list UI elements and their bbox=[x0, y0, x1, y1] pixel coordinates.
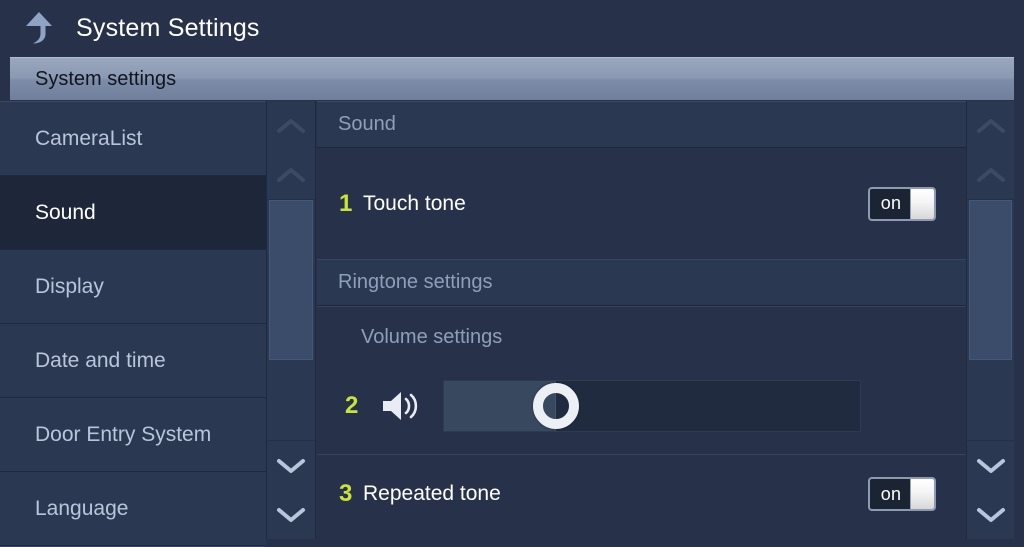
toggle-state-label: on bbox=[880, 483, 902, 504]
sidebar-item-display[interactable]: Display bbox=[0, 250, 266, 325]
settings-sidebar: CameraList Sound Display Date and time D… bbox=[0, 101, 266, 547]
scrollbar-thumb[interactable] bbox=[969, 200, 1012, 360]
option-label: Touch tone bbox=[363, 191, 466, 215]
toggle-state-label: on bbox=[880, 193, 902, 213]
chevron-down-icon[interactable] bbox=[267, 490, 315, 539]
sidebar-scrollbar[interactable] bbox=[266, 101, 316, 539]
speaker-volume-icon bbox=[381, 389, 423, 423]
sidebar-item-door-entry-system[interactable]: Door Entry System bbox=[0, 398, 266, 473]
sidebar-item-label: CameraList bbox=[35, 126, 143, 150]
scrollbar-track[interactable] bbox=[967, 199, 1014, 441]
sidebar-item-label: Language bbox=[35, 496, 129, 520]
option-row-touch-tone[interactable]: 1 Touch tone on bbox=[317, 148, 966, 259]
chevron-up-icon[interactable] bbox=[967, 101, 1014, 150]
touch-tone-toggle[interactable]: on bbox=[868, 186, 936, 221]
section-header-ringtone-settings: Ringtone settings bbox=[317, 260, 966, 307]
page-title: System Settings bbox=[76, 13, 260, 42]
toggle-knob bbox=[910, 479, 934, 509]
chevron-up-icon[interactable] bbox=[267, 101, 315, 150]
chevron-down-icon[interactable] bbox=[967, 441, 1014, 490]
option-label: Repeated tone bbox=[363, 482, 501, 505]
section-header-sound: Sound bbox=[317, 102, 966, 149]
sidebar-item-date-and-time[interactable]: Date and time bbox=[0, 324, 266, 399]
toggle-knob bbox=[910, 188, 934, 219]
breadcrumb-label: System settings bbox=[35, 67, 177, 90]
breadcrumb[interactable]: System settings bbox=[10, 57, 1014, 100]
sidebar-item-language[interactable]: Language bbox=[0, 472, 266, 547]
scrollbar-track[interactable] bbox=[267, 199, 315, 441]
volume-settings-sublabel: Volume settings bbox=[361, 326, 503, 348]
section-header-label: Ringtone settings bbox=[338, 271, 493, 293]
volume-slider-handle[interactable] bbox=[533, 383, 580, 429]
sidebar-item-sound[interactable]: Sound bbox=[0, 176, 266, 251]
sidebar-item-label: Door Entry System bbox=[35, 422, 212, 446]
system-settings-screen: System Settings System settings CameraLi… bbox=[0, 0, 1024, 547]
repeated-tone-toggle[interactable]: on bbox=[868, 477, 936, 511]
sidebar-item-label: Display bbox=[35, 274, 104, 298]
option-index: 2 bbox=[345, 392, 359, 419]
option-row-repeated-tone[interactable]: 3 Repeated tone on bbox=[317, 455, 966, 533]
title-bar: System Settings bbox=[0, 0, 1024, 56]
chevron-down-icon[interactable] bbox=[267, 441, 315, 490]
sidebar-item-label: Sound bbox=[35, 200, 96, 224]
settings-content-panel: Sound 1 Touch tone on Ringtone settings … bbox=[317, 101, 966, 539]
section-header-label: Sound bbox=[338, 113, 396, 135]
chevron-up-icon[interactable] bbox=[267, 150, 315, 199]
chevron-up-icon[interactable] bbox=[967, 150, 1014, 199]
chevron-down-icon[interactable] bbox=[967, 490, 1014, 539]
scrollbar-thumb[interactable] bbox=[269, 200, 313, 360]
volume-slider[interactable] bbox=[443, 380, 861, 432]
sidebar-item-label: Date and time bbox=[35, 348, 166, 372]
option-index: 3 bbox=[339, 480, 353, 507]
option-row-volume[interactable]: 2 bbox=[317, 358, 966, 454]
back-up-arrow-icon[interactable] bbox=[16, 5, 62, 51]
sidebar-item-cameralist[interactable]: CameraList bbox=[0, 102, 266, 177]
content-scrollbar[interactable] bbox=[966, 101, 1014, 539]
option-index: 1 bbox=[339, 189, 353, 217]
